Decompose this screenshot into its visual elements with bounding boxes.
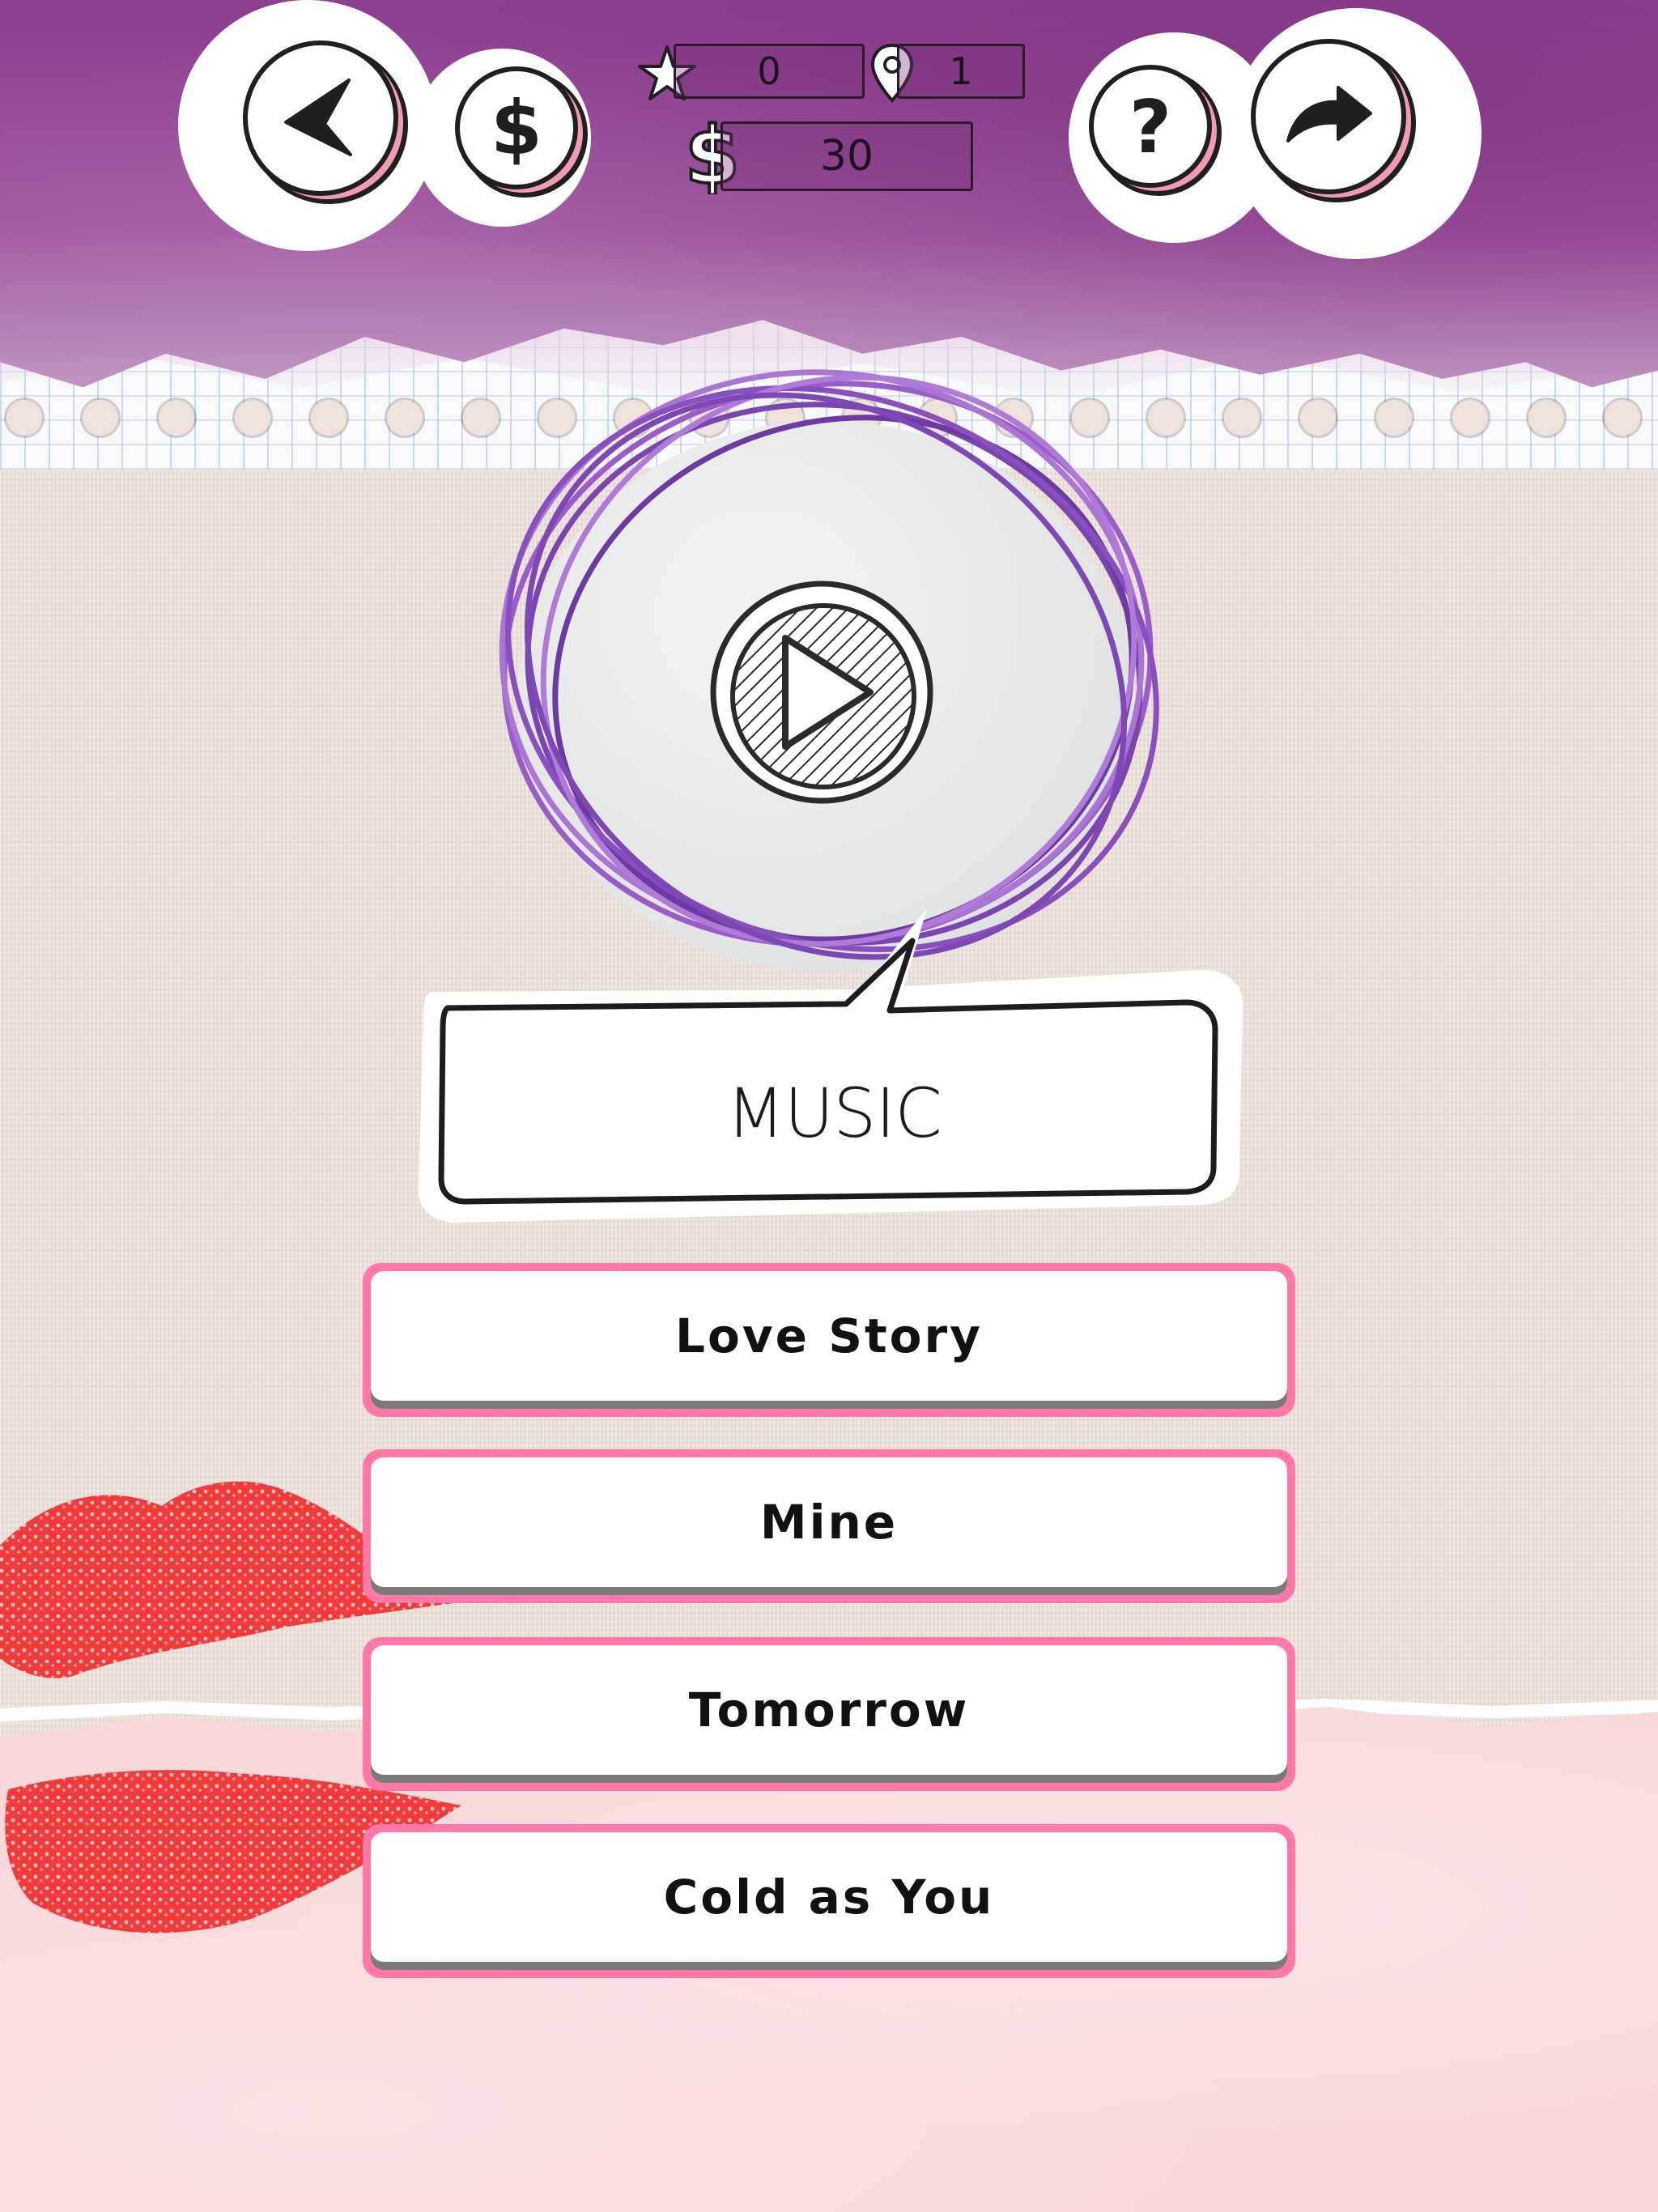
category-label: MUSIC (726, 1074, 942, 1153)
answer-label-2: Mine (371, 1457, 1287, 1587)
share-arrow-icon (1286, 86, 1372, 143)
answer-label-3: Tomorrow (371, 1645, 1287, 1775)
coins-value: 30 (819, 132, 874, 181)
answer-button-1[interactable]: Love Story (363, 1263, 1295, 1417)
game-screen: $ 0 1 $ 30 ? MUSIC Love Story Mine Tomor… (0, 0, 1658, 2212)
level-counter: 1 (897, 44, 1025, 99)
stars-value: 0 (757, 49, 781, 93)
back-button[interactable] (243, 40, 398, 196)
svg-text:$: $ (491, 87, 542, 168)
share-button[interactable] (1251, 39, 1406, 194)
stars-counter: 0 (674, 44, 865, 99)
answer-label-1: Love Story (371, 1271, 1287, 1401)
answer-button-4[interactable]: Cold as You (363, 1824, 1295, 1978)
play-icon (710, 581, 933, 804)
level-value: 1 (949, 49, 973, 93)
answer-button-2[interactable]: Mine (363, 1449, 1295, 1603)
coins-counter: 30 (721, 121, 973, 191)
dollar-icon: $ (491, 87, 542, 168)
answer-label-4: Cold as You (371, 1832, 1287, 1962)
question-mark-icon: ? (1129, 86, 1171, 167)
help-button[interactable]: ? (1089, 65, 1212, 188)
back-arrow-icon (284, 79, 352, 156)
svg-text:?: ? (1129, 86, 1171, 167)
play-button[interactable] (704, 575, 939, 810)
answer-button-3[interactable]: Tomorrow (363, 1637, 1295, 1791)
shop-button[interactable]: $ (455, 66, 578, 189)
